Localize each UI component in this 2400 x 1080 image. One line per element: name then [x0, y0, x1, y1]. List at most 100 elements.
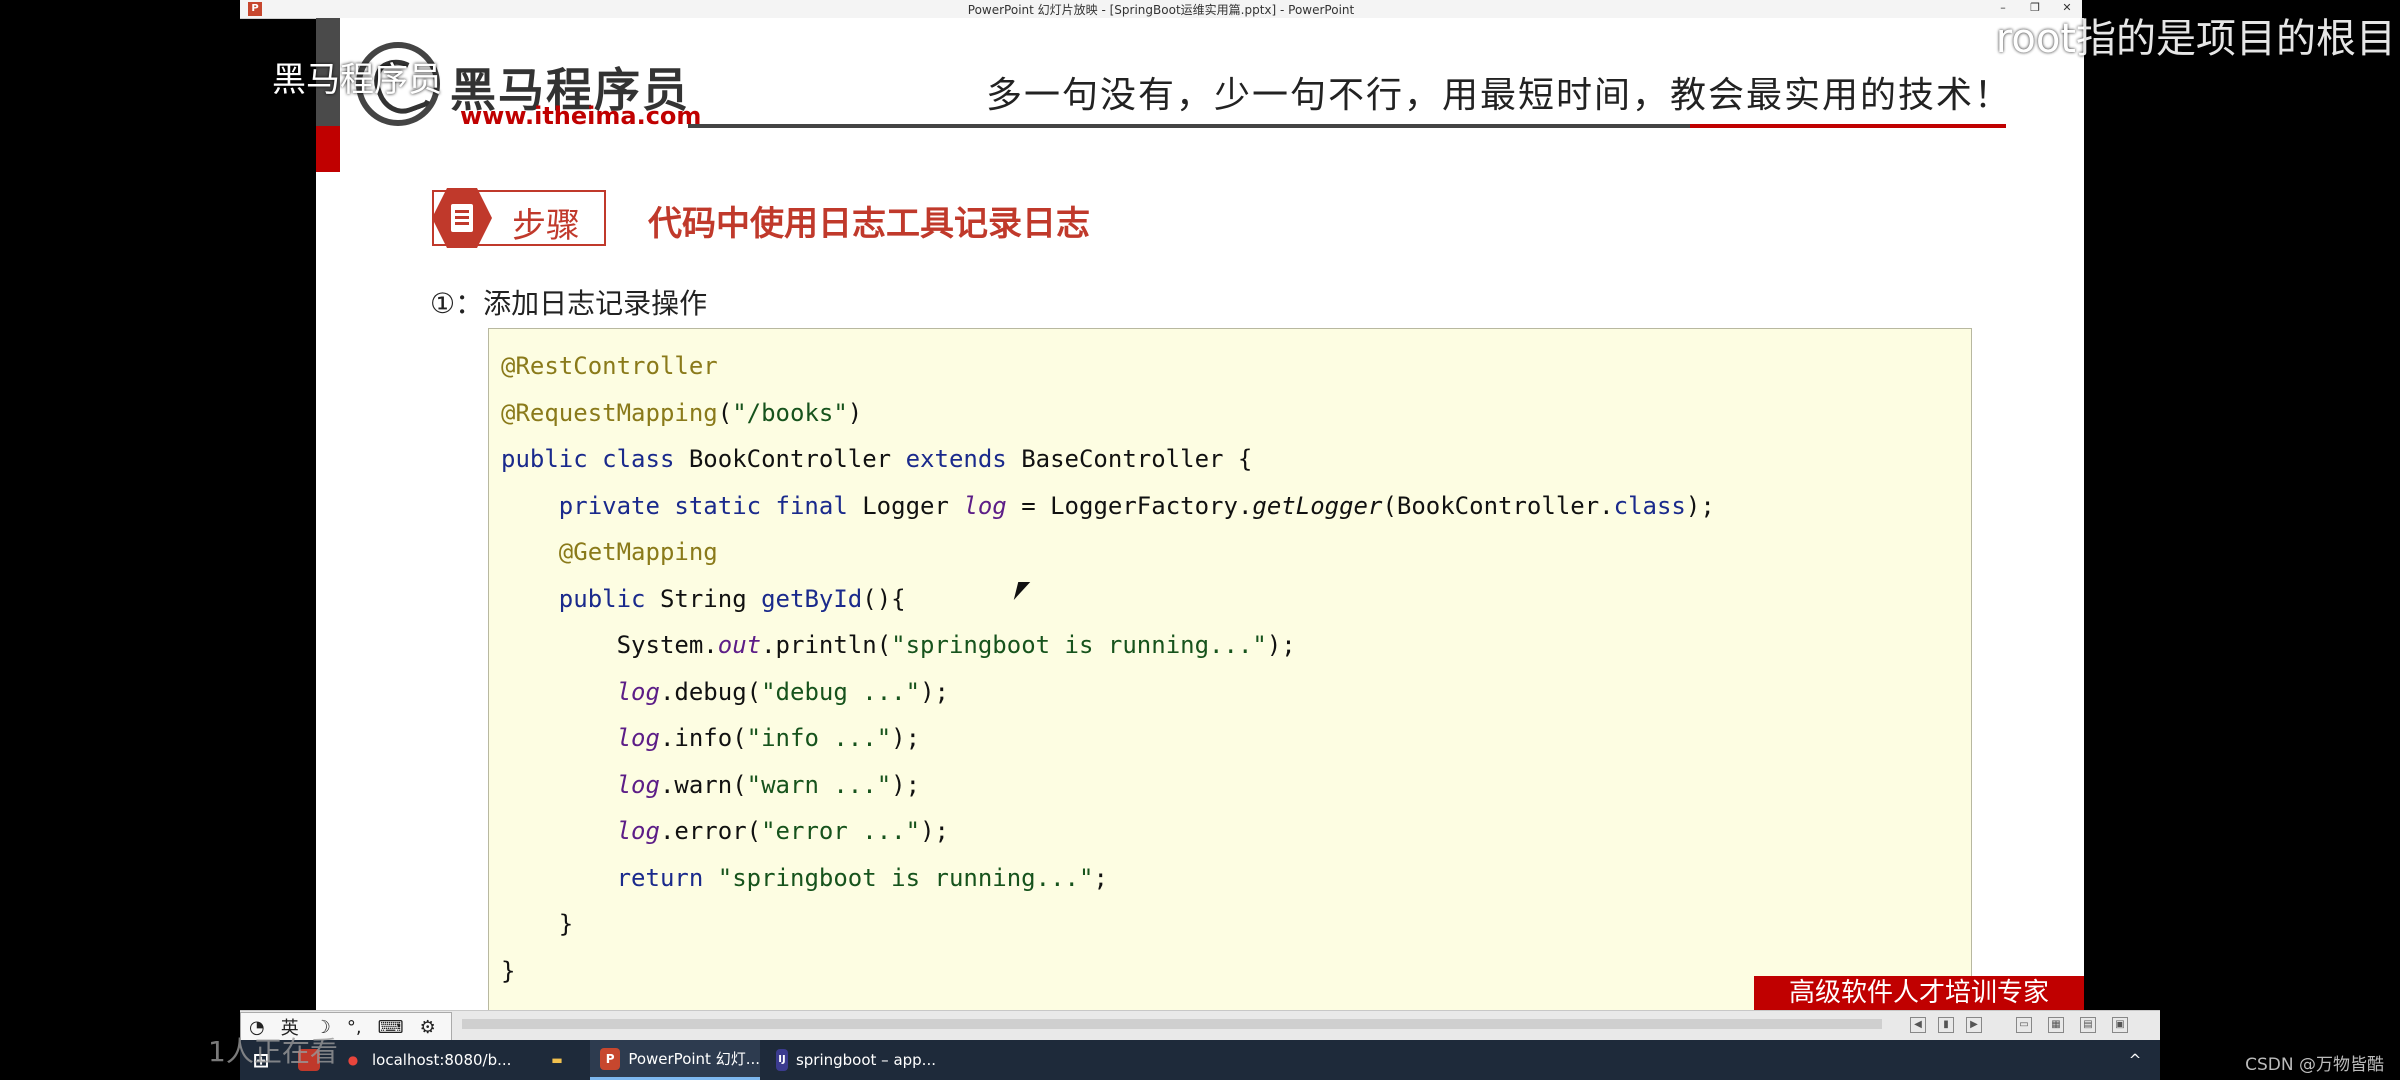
taskbar-item-intellij[interactable]: IJ springboot – app...	[766, 1040, 936, 1080]
code-token: .println(	[761, 631, 892, 659]
code-token: (	[717, 398, 733, 427]
code-token: "error ..."	[761, 817, 921, 845]
code-token: (){	[862, 584, 906, 613]
window-title-bar: P PowerPoint 幻灯片放映 - [SpringBoot运维实用篇.pp…	[240, 0, 2082, 19]
taskbar-item-label: PowerPoint 幻灯...	[628, 1050, 760, 1068]
slide-sorter-icon[interactable]: ▦	[2048, 1017, 2064, 1033]
tray-expand-icon[interactable]: ^	[2120, 1040, 2150, 1080]
code-line: public String getById(){	[501, 576, 1715, 623]
code-token: }	[501, 956, 516, 985]
code-token: "springboot is running..."	[891, 631, 1267, 659]
code-token: getById	[761, 584, 863, 613]
code-block: @RestController @RequestMapping("/books")…	[488, 328, 1972, 1010]
logo-url: www.itheima.com	[460, 102, 702, 130]
normal-view-icon[interactable]: ▭	[2016, 1017, 2032, 1033]
ime-keyboard-icon[interactable]: ⌨	[378, 1017, 404, 1038]
powerpoint-icon: P	[600, 1047, 621, 1070]
code-line: log.info("info ...");	[501, 715, 1715, 762]
code-line: System.out.println("springboot is runnin…	[501, 622, 1715, 669]
code-token: .debug(	[659, 677, 762, 706]
code-token: .info(	[659, 724, 747, 752]
code-token: log	[616, 724, 660, 752]
reading-view-icon[interactable]: ▤	[2080, 1017, 2096, 1033]
prev-slide-icon[interactable]: ◀	[1910, 1017, 1926, 1033]
folder-icon: ▬	[551, 1053, 563, 1067]
code-line: public class BookController extends Base…	[501, 436, 1715, 483]
code-line: }	[501, 948, 1715, 995]
code-token: System.	[501, 631, 718, 659]
code-token: );	[1266, 631, 1296, 659]
code-token: private static final	[558, 491, 863, 520]
code-line: log.error("error ...");	[501, 808, 1715, 855]
code-token: public class	[501, 445, 689, 473]
code-line: log.debug("debug ...");	[501, 669, 1715, 716]
code-token: @GetMapping	[558, 538, 718, 566]
code-line: log.warn("warn ...");	[501, 762, 1715, 809]
code-line: @RestController	[501, 343, 1715, 390]
taskbar-item-powerpoint[interactable]: P PowerPoint 幻灯...	[590, 1040, 760, 1080]
windows-taskbar: ⊞ ● localhost:8080/b... ▬ P PowerPoint 幻…	[240, 1040, 2160, 1080]
code-token: "/books"	[732, 398, 848, 427]
taskbar-item-chrome[interactable]: ● localhost:8080/b...	[332, 1040, 532, 1080]
code-token: (BookController.	[1382, 491, 1614, 520]
code-token: Logger	[862, 491, 964, 520]
code-token: String	[659, 584, 762, 613]
slide-left-accent	[316, 126, 340, 172]
code-token: "springboot is running..."	[717, 863, 1094, 892]
code-token: "warn ..."	[746, 770, 892, 799]
code-token: @RestController	[501, 352, 718, 380]
taskbar-item-label: springboot – app...	[795, 1051, 936, 1069]
stream-overlay-channel: 黑马程序员	[272, 60, 442, 100]
code-token: .warn(	[659, 770, 747, 799]
slideshow-view-icon[interactable]: ▣	[2112, 1017, 2128, 1033]
code-token: ;	[1093, 863, 1108, 892]
code-token: out	[717, 631, 762, 659]
code-token: );	[891, 724, 921, 752]
ime-punctuation-toggle[interactable]: °,	[347, 1017, 362, 1038]
code-token: public	[558, 584, 660, 613]
code-token: log	[616, 817, 660, 845]
slide-menu-icon[interactable]: ▮	[1938, 1017, 1954, 1033]
taskbar-item-label: localhost:8080/b...	[372, 1051, 512, 1069]
slide-progress-track	[462, 1019, 1882, 1029]
header-divider	[688, 124, 2006, 128]
code-token: = LoggerFactory.	[1006, 491, 1253, 520]
code-token: return	[616, 863, 718, 892]
code-token: log	[616, 770, 660, 799]
csdn-watermark: CSDN @万物皆酷	[2245, 1055, 2384, 1075]
step-title: 代码中使用日志工具记录日志	[648, 204, 1090, 244]
code-token: getLogger	[1252, 491, 1383, 520]
code-line: @RequestMapping("/books")	[501, 390, 1715, 437]
slide-slogan: 多一句没有，少一句不行，用最短时间，教会最实用的技术！	[986, 75, 2013, 116]
chrome-icon: ●	[347, 1053, 359, 1067]
viewer-count: 1人正在看	[208, 1035, 338, 1068]
taskbar-item-explorer[interactable]: ▬	[536, 1040, 586, 1080]
code-line: private static final Logger log = Logger…	[501, 483, 1715, 530]
code-listing: @RestController @RequestMapping("/books")…	[501, 343, 1715, 994]
code-token: )	[847, 398, 863, 427]
footer-banner: 高级软件人才培训专家	[1754, 976, 2084, 1010]
code-token: log	[963, 491, 1007, 520]
code-token: "debug ..."	[761, 677, 921, 706]
ime-settings-icon[interactable]: ⚙	[420, 1017, 436, 1038]
code-token: class	[1613, 491, 1686, 520]
next-slide-icon[interactable]: ▶	[1966, 1017, 1982, 1033]
code-token: );	[920, 677, 949, 706]
code-token: @RequestMapping	[501, 398, 718, 427]
code-token: BaseController {	[1021, 445, 1253, 473]
code-token: extends	[905, 445, 1022, 473]
code-token: );	[891, 770, 921, 799]
slideshow-status-bar: ◔ 英 ☽ °, ⌨ ⚙ ◀ ▮ ▶ ▭ ▦ ▤ ▣	[240, 1010, 2160, 1042]
intellij-icon: IJ	[776, 1049, 788, 1071]
code-line: }	[501, 901, 1715, 948]
code-token: }	[501, 910, 574, 938]
code-token: "info ..."	[746, 724, 892, 752]
window-title: PowerPoint 幻灯片放映 - [SpringBoot运维实用篇.pptx…	[967, 3, 1355, 17]
